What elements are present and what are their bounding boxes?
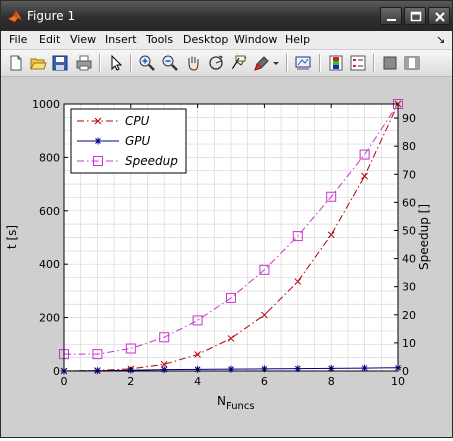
x-axis-label: NFuncs (217, 394, 255, 412)
plot-svg: 0 2 4 6 8 10020040060080010000102030405060708… (5, 98, 431, 412)
maximize-icon (410, 11, 422, 22)
y-tick-label-right: 70 (402, 168, 416, 181)
maximize-button[interactable] (404, 7, 426, 25)
link-plot-icon[interactable] (294, 54, 312, 72)
zoom-in-icon[interactable] (138, 54, 156, 72)
y-tick-label-right: 20 (402, 309, 416, 322)
y-tick-label-left: 600 (39, 205, 60, 218)
y-tick-label-right: 80 (402, 140, 416, 153)
y-tick-label-right: 50 (402, 224, 416, 237)
legend[interactable]: CPU GPU Speedup (70, 108, 187, 174)
menu-edit[interactable]: Edit (39, 33, 60, 46)
brush-dropdown-icon[interactable] (271, 54, 281, 72)
rotate-3d-icon[interactable] (207, 54, 225, 72)
menu-desktop[interactable]: Desktop (183, 33, 228, 46)
data-cursor-icon[interactable] (230, 54, 248, 72)
toolbar-separator (286, 54, 288, 72)
show-plot-tools-icon[interactable] (403, 54, 421, 72)
zoom-out-icon[interactable] (161, 54, 179, 72)
x-tick-label: 4 (194, 375, 201, 388)
y-tick-label-left: 1000 (32, 98, 60, 111)
y-tick-label-right: 90 (402, 112, 416, 125)
legend-label-speedup: Speedup (125, 154, 178, 168)
brush-icon[interactable] (253, 54, 271, 72)
legend-icon[interactable] (349, 54, 367, 72)
close-button[interactable] (428, 7, 450, 25)
data-point-gpu (227, 365, 235, 373)
open-file-icon[interactable] (29, 54, 47, 72)
colorbar-icon[interactable] (327, 54, 345, 72)
menu-view[interactable]: View (70, 33, 96, 46)
x-tick-label: 6 (261, 375, 268, 388)
title-bar[interactable]: Figure 1 (1, 1, 452, 31)
hide-plot-tools-icon[interactable] (381, 54, 399, 72)
menu-insert[interactable]: Insert (105, 33, 137, 46)
x-tick-label: 8 (328, 375, 335, 388)
pointer-icon[interactable] (107, 54, 125, 72)
menu-bar: File Edit View Insert Tools Desktop Wind… (1, 31, 452, 50)
y-tick-label-left: 400 (39, 258, 60, 271)
minimize-button[interactable] (380, 7, 402, 25)
y-tick-label-right: 60 (402, 196, 416, 209)
matlab-logo-icon (7, 9, 23, 23)
new-figure-icon[interactable] (7, 54, 25, 72)
figure-window: Figure 1 File Edit View Insert Tools Des… (0, 0, 453, 438)
print-icon[interactable] (75, 54, 93, 72)
figure-canvas: 0 2 4 6 8 10 0 200 400 600 800 1000 0 10 20 30 40 50 60 70 8… (1, 77, 452, 437)
menu-tools[interactable]: Tools (146, 33, 173, 46)
save-icon[interactable] (51, 54, 69, 72)
window-title: Figure 1 (27, 9, 76, 23)
y-tick-label-left: 0 (53, 365, 60, 378)
y-tick-label-right: 10 (402, 337, 416, 350)
toolbar-separator (130, 54, 132, 72)
x-tick-label: 2 (127, 375, 134, 388)
pan-icon[interactable] (184, 54, 202, 72)
figure-toolbar (1, 50, 452, 77)
y-tick-label-right: 40 (402, 253, 416, 266)
y-tick-label-right: 0 (402, 365, 409, 378)
legend-label-cpu: CPU (125, 114, 150, 128)
y-axis-right-label: Speedup [] (417, 204, 431, 270)
toolbar-separator (373, 54, 375, 72)
dock-arrow-icon[interactable]: ↘ (436, 33, 445, 46)
y-tick-label-left: 800 (39, 151, 60, 164)
y-tick-label-right: 30 (402, 281, 416, 294)
toolbar-separator (319, 54, 321, 72)
x-axis-label-base: N (217, 394, 226, 408)
legend-label-gpu: GPU (125, 134, 151, 148)
minimize-icon (387, 19, 396, 21)
legend-marker-gpu (94, 137, 102, 145)
menu-help[interactable]: Help (285, 33, 310, 46)
menu-file[interactable]: File (9, 33, 27, 46)
x-axis-label-subscript: Funcs (226, 401, 255, 412)
data-point-gpu (160, 366, 168, 374)
toolbar-separator (99, 54, 101, 72)
y-tick-label-left: 200 (39, 312, 60, 325)
x-tick-label: 0 (61, 375, 68, 388)
menu-window[interactable]: Window (234, 33, 277, 46)
close-icon (435, 12, 445, 22)
y-axis-left-label: t [s] (5, 225, 19, 249)
